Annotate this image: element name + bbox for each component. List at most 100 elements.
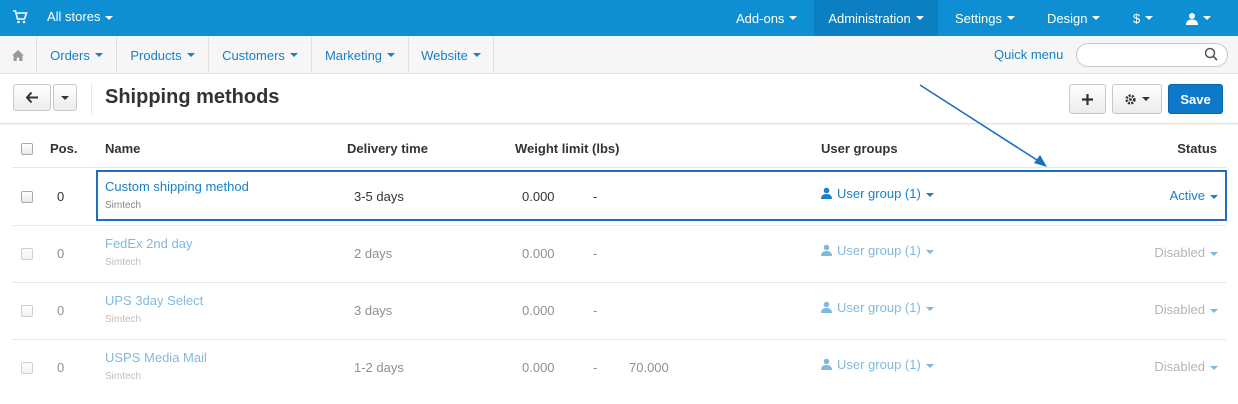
nav-addons-label: Add-ons [736, 10, 785, 26]
row-status-label: Disabled [1154, 302, 1205, 317]
chevron-down-icon [1006, 16, 1015, 20]
nav-website[interactable]: Website [409, 36, 494, 74]
column-header-user-groups[interactable]: User groups [821, 141, 898, 156]
chevron-down-icon [1203, 16, 1211, 20]
row-weight-dash: - [593, 303, 598, 318]
chevron-down-icon [472, 53, 481, 57]
chevron-down-icon [925, 306, 934, 311]
nav-orders-label: Orders [50, 47, 90, 63]
nav-administration-label: Administration [828, 10, 911, 26]
row-position[interactable]: 0 [57, 246, 64, 261]
row-status-dropdown[interactable]: Disabled [1140, 359, 1218, 374]
chevron-down-icon [925, 363, 934, 368]
nav-customers[interactable]: Customers [209, 36, 312, 74]
row-user-group-label: User group (1) [837, 243, 921, 258]
nav-currency-label: $ [1133, 10, 1141, 26]
search-input[interactable] [1076, 43, 1228, 67]
settings-button[interactable] [1112, 84, 1162, 114]
row-status-dropdown[interactable]: Disabled [1140, 302, 1218, 317]
quick-menu-link[interactable]: Quick menu [994, 47, 1063, 62]
chevron-down-icon [61, 95, 69, 100]
user-icon [1186, 12, 1198, 25]
row-weight-max[interactable]: 70.000 [629, 360, 669, 375]
chevron-down-icon [925, 249, 934, 254]
row-user-group-label: User group (1) [837, 357, 921, 372]
nav-account[interactable] [1186, 0, 1218, 36]
row-weight-min[interactable]: 0.000 [522, 246, 555, 261]
column-header-name[interactable]: Name [105, 141, 140, 156]
header-divider [12, 167, 1226, 168]
nav-design[interactable]: Design [1047, 0, 1107, 36]
nav-marketing[interactable]: Marketing [312, 36, 409, 74]
row-user-group-label: User group (1) [837, 300, 921, 315]
user-icon [821, 244, 832, 256]
row-name-link[interactable]: UPS 3day Select [105, 293, 203, 308]
chevron-down-icon [789, 16, 798, 20]
chevron-down-icon [1210, 308, 1218, 313]
row-position[interactable]: 0 [57, 189, 64, 204]
row-status-dropdown[interactable]: Disabled [1140, 245, 1218, 260]
chevron-down-icon [94, 53, 103, 57]
nav-settings-label: Settings [955, 10, 1002, 26]
chevron-down-icon [1210, 365, 1218, 370]
store-selector[interactable]: All stores [47, 9, 114, 24]
row-user-group-dropdown[interactable]: User group (1) [821, 243, 934, 258]
nav-marketing-label: Marketing [324, 47, 383, 63]
row-position[interactable]: 0 [57, 360, 64, 375]
add-button[interactable] [1069, 84, 1106, 114]
row-weight-dash: - [593, 360, 598, 375]
row-weight-min[interactable]: 0.000 [522, 303, 555, 318]
row-checkbox[interactable] [21, 191, 33, 203]
row-checkbox[interactable] [21, 248, 33, 260]
row-name-link[interactable]: USPS Media Mail [105, 350, 207, 365]
store-selector-label: All stores [47, 9, 101, 24]
row-divider [12, 282, 1226, 283]
chevron-down-icon [1142, 97, 1150, 101]
select-all-checkbox[interactable] [21, 143, 33, 155]
secondary-nav: Orders Products Customers Marketing Webs… [0, 36, 1238, 74]
chevron-down-icon [1210, 251, 1218, 256]
column-header-delivery[interactable]: Delivery time [347, 141, 428, 156]
chevron-down-icon [1092, 16, 1101, 20]
nav-administration[interactable]: Administration [814, 0, 938, 36]
chevron-down-icon [289, 53, 298, 57]
back-button[interactable] [13, 84, 51, 111]
row-position[interactable]: 0 [57, 303, 64, 318]
row-checkbox[interactable] [21, 362, 33, 374]
arrow-left-icon [25, 92, 38, 103]
nav-customers-label: Customers [222, 47, 285, 63]
top-bar: All stores Add-ons Administration Settin… [0, 0, 1238, 36]
save-button[interactable]: Save [1168, 84, 1223, 114]
chevron-down-icon [105, 15, 114, 20]
title-divider [91, 84, 92, 114]
home-button[interactable] [0, 36, 37, 74]
column-header-status[interactable]: Status [1150, 141, 1217, 156]
row-status-label: Disabled [1154, 245, 1205, 260]
back-menu-button[interactable] [53, 84, 77, 111]
nav-products[interactable]: Products [117, 36, 209, 74]
nav-currency[interactable]: $ [1133, 0, 1159, 36]
column-header-pos[interactable]: Pos. [50, 141, 77, 156]
highlight-box [96, 170, 1227, 221]
nav-addons[interactable]: Add-ons [736, 0, 804, 36]
row-vendor: Simtech [105, 257, 142, 268]
row-weight-dash: - [593, 246, 598, 261]
column-header-weight[interactable]: Weight limit (lbs) [515, 141, 619, 156]
nav-settings[interactable]: Settings [955, 0, 1025, 36]
cart-icon[interactable] [12, 9, 28, 25]
nav-orders[interactable]: Orders [37, 36, 117, 74]
row-user-group-dropdown[interactable]: User group (1) [821, 357, 934, 372]
nav-website-label: Website [421, 47, 468, 63]
row-user-group-dropdown[interactable]: User group (1) [821, 300, 934, 315]
chevron-down-icon [1145, 16, 1154, 20]
row-checkbox[interactable] [21, 305, 33, 317]
row-vendor: Simtech [105, 371, 142, 382]
row-status-label: Disabled [1154, 359, 1205, 374]
row-name-link[interactable]: FedEx 2nd day [105, 236, 192, 251]
row-delivery-time[interactable]: 3 days [354, 303, 392, 318]
page-title: Shipping methods [105, 86, 280, 108]
nav-design-label: Design [1047, 10, 1088, 26]
row-delivery-time[interactable]: 1-2 days [354, 360, 404, 375]
row-delivery-time[interactable]: 2 days [354, 246, 392, 261]
row-weight-min[interactable]: 0.000 [522, 360, 555, 375]
